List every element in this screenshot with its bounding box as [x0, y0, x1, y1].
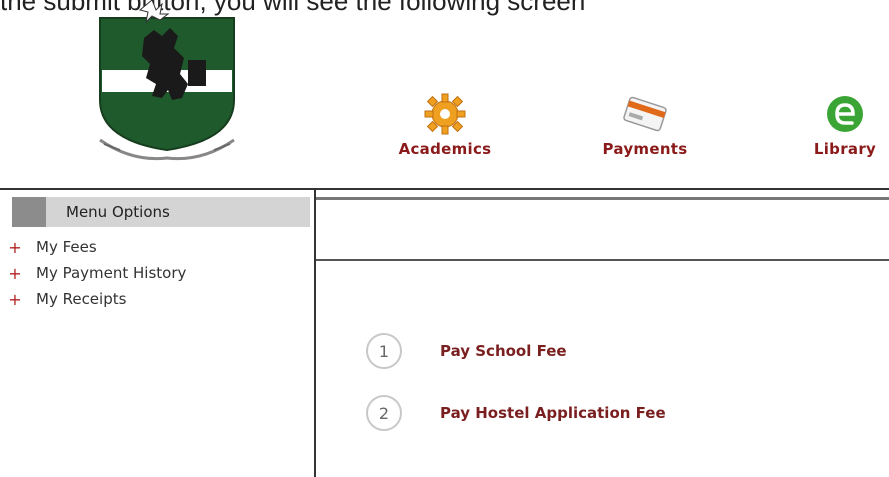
- option-pay-school-fee[interactable]: 1 Pay School Fee: [366, 333, 567, 369]
- sidebar-menu: + My Fees + My Payment History + My Rece…: [0, 234, 186, 312]
- nav-payments[interactable]: Payments: [570, 92, 720, 158]
- nav-library[interactable]: Library: [770, 92, 889, 158]
- menu-header-label: Menu Options: [66, 203, 170, 221]
- card-icon: [623, 96, 667, 132]
- university-crest-logo: [92, 0, 242, 170]
- top-navigation: Academics Payments Library: [350, 92, 889, 188]
- expand-plus-icon: +: [8, 237, 22, 257]
- step-number-badge: 1: [366, 333, 402, 369]
- step-number-badge: 2: [366, 395, 402, 431]
- library-icon: [827, 96, 863, 132]
- content-header-bar: [316, 197, 889, 261]
- sidebar-item-label: My Payment History: [36, 264, 187, 282]
- option-label[interactable]: Pay Hostel Application Fee: [440, 404, 666, 422]
- sidebar-item-my-fees[interactable]: + My Fees: [0, 234, 186, 260]
- sidebar-item-my-receipts[interactable]: + My Receipts: [0, 286, 186, 312]
- expand-plus-icon: +: [8, 289, 22, 309]
- option-label[interactable]: Pay School Fee: [440, 342, 567, 360]
- menu-options-header: Menu Options: [12, 197, 310, 227]
- nav-payments-label: Payments: [602, 140, 688, 158]
- nav-library-label: Library: [813, 140, 877, 158]
- sidebar-item-label: My Receipts: [36, 290, 127, 308]
- gear-icon: [424, 93, 466, 135]
- option-pay-hostel-application-fee[interactable]: 2 Pay Hostel Application Fee: [366, 395, 666, 431]
- nav-academics-label: Academics: [398, 140, 492, 158]
- nav-academics[interactable]: Academics: [370, 92, 520, 158]
- sidebar-item-my-payment-history[interactable]: + My Payment History: [0, 260, 186, 286]
- sidebar: Menu Options + My Fees + My Payment Hist…: [0, 190, 316, 477]
- expand-plus-icon: +: [8, 263, 22, 283]
- sidebar-item-label: My Fees: [36, 238, 97, 256]
- menu-header-marker: [12, 197, 46, 227]
